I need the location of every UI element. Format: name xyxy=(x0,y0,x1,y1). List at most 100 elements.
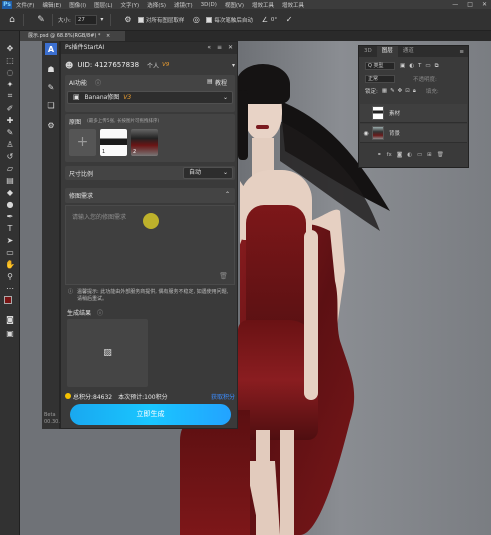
foreground-color-swatch[interactable] xyxy=(4,296,12,304)
menu-plugins[interactable]: 增效工具 xyxy=(252,1,274,9)
quick-select-tool-icon[interactable]: ✦ xyxy=(4,79,16,89)
get-points-link[interactable]: 获取积分 xyxy=(211,392,235,401)
filter-adjust-icon[interactable]: ◐ xyxy=(409,63,414,69)
move-tool-icon[interactable]: ✥ xyxy=(4,43,16,53)
fx-icon[interactable]: fx xyxy=(387,152,392,158)
eraser-tool-icon[interactable]: ▱ xyxy=(4,163,16,173)
angle-value[interactable]: 0° xyxy=(271,17,277,23)
menu-type[interactable]: 文字(Y) xyxy=(121,1,140,9)
edit-request-header[interactable]: 修图需求 ⌃ xyxy=(65,188,235,203)
crop-tool-icon[interactable]: ⌗ xyxy=(4,91,16,101)
eye-icon[interactable]: ◉ xyxy=(360,130,372,137)
mask-icon[interactable]: ◙ xyxy=(397,152,402,158)
uploaded-image-thumbnail[interactable]: 1 xyxy=(100,129,127,156)
adjustment-icon[interactable]: ◐ xyxy=(407,152,412,158)
leg-right xyxy=(280,430,294,535)
tab-3d[interactable]: 3D xyxy=(359,46,377,57)
marquee-tool-icon[interactable]: ⬚ xyxy=(4,55,16,65)
history-brush-icon[interactable]: ↺ xyxy=(4,151,16,161)
menu-image[interactable]: 图像(I) xyxy=(69,1,86,9)
tab-channels[interactable]: 通道 xyxy=(398,46,419,57)
menu-select[interactable]: 选择(S) xyxy=(147,1,166,9)
menu-plugins-2[interactable]: 增效工具 xyxy=(282,1,304,9)
ratio-select[interactable]: 自动 ⌄ xyxy=(183,167,233,179)
shape-tool-icon[interactable]: ▭ xyxy=(4,247,16,257)
collapse-icon[interactable]: « xyxy=(207,44,211,51)
generate-button[interactable]: 立即生成 xyxy=(70,404,231,425)
home-icon[interactable]: ⌂ xyxy=(6,14,18,26)
link-icon[interactable]: ⚭ xyxy=(377,152,382,158)
auto-erase-checkbox[interactable] xyxy=(206,16,213,23)
panel-menu-icon[interactable]: ≡ xyxy=(217,44,222,51)
user-group-icon[interactable]: ☗ xyxy=(45,63,57,75)
layer-filter-select[interactable]: Q 类型 xyxy=(365,62,395,70)
symmetry-icon[interactable]: ✓ xyxy=(283,14,295,26)
close-icon[interactable]: ✕ xyxy=(228,44,233,51)
filter-shape-icon[interactable]: ▭ xyxy=(425,63,430,69)
filter-smart-icon[interactable]: ⧉ xyxy=(435,63,439,70)
lasso-tool-icon[interactable]: ◌ xyxy=(4,67,16,77)
blur-tool-icon[interactable]: ◆ xyxy=(4,187,16,197)
lock-artboard-icon[interactable]: ⊡ xyxy=(405,88,410,94)
screen-mode-icon[interactable]: ▣ xyxy=(4,328,16,338)
new-layer-icon[interactable]: ⊞ xyxy=(427,152,432,158)
menu-layer[interactable]: 图层(L) xyxy=(94,1,112,9)
lock-pixels-icon[interactable]: ▦ xyxy=(382,88,387,94)
function-select[interactable]: ▣ Banana修图 V3 ⌄ xyxy=(67,91,233,104)
group-icon[interactable]: ▭ xyxy=(417,152,422,158)
quick-mask-icon[interactable]: ◙ xyxy=(4,314,16,324)
eyedropper-tool-icon[interactable]: ✐ xyxy=(4,103,16,113)
lock-all-icon[interactable]: 🔒︎ xyxy=(413,88,416,95)
startai-logo-icon[interactable]: A xyxy=(45,43,57,55)
brush-edit-icon[interactable]: ✎ xyxy=(45,81,57,93)
layer-row[interactable]: ◉ 背景 xyxy=(360,124,467,143)
tab-layers[interactable]: 图层 xyxy=(376,46,398,57)
hand-tool-icon[interactable]: ✋ xyxy=(4,259,16,269)
chevron-up-icon[interactable]: ⌃ xyxy=(225,191,230,198)
path-select-icon[interactable]: ➤ xyxy=(4,235,16,245)
zoom-tool-icon[interactable]: ⚲ xyxy=(4,271,16,281)
menu-3d[interactable]: 3D(D) xyxy=(201,2,217,8)
layer-row[interactable]: 素材 xyxy=(360,104,467,123)
size-input[interactable]: 27 xyxy=(74,14,97,25)
filter-pixel-icon[interactable]: ▣ xyxy=(400,63,405,69)
tutorial-link[interactable]: 教程 xyxy=(215,78,227,87)
more-tools-icon[interactable]: ⋯ xyxy=(4,283,16,293)
filter-type-icon[interactable]: T xyxy=(418,63,421,69)
pen-tool-icon[interactable]: ✒ xyxy=(4,211,16,221)
menu-edit[interactable]: 编辑(E) xyxy=(42,1,61,9)
menu-filter[interactable]: 滤镜(T) xyxy=(174,1,193,9)
gradient-tool-icon[interactable]: ▤ xyxy=(4,175,16,185)
upload-add-button[interactable]: + xyxy=(69,129,96,156)
menu-file[interactable]: 文件(F) xyxy=(16,1,34,9)
book-icon[interactable]: ▤ xyxy=(207,78,213,85)
info-icon[interactable]: ⓘ xyxy=(97,308,103,317)
brush-tool-icon[interactable]: ✎ xyxy=(4,127,16,137)
document-tab[interactable]: 展示.psd @ 68.8%(RGB/8#) * × xyxy=(20,31,125,41)
minimize-icon[interactable]: — xyxy=(452,0,458,9)
stamp-tool-icon[interactable]: ♙ xyxy=(4,139,16,149)
settings-gear-icon[interactable]: ⚙ xyxy=(45,119,57,131)
pressure-icon[interactable]: ◎ xyxy=(190,14,202,26)
type-tool-icon[interactable]: T xyxy=(4,223,16,233)
info-icon[interactable]: ⓘ xyxy=(95,78,101,87)
tab-close-icon[interactable]: × xyxy=(106,33,110,39)
trash-icon[interactable]: 🗑︎ xyxy=(437,152,444,158)
trash-icon[interactable]: 🗑︎ xyxy=(219,272,228,280)
uploaded-image-thumbnail[interactable]: 2 xyxy=(131,129,158,156)
eyedropper-icon[interactable]: ✎ xyxy=(35,14,47,26)
close-icon[interactable]: ✕ xyxy=(482,0,487,9)
maximize-icon[interactable]: □ xyxy=(467,0,473,9)
brush-settings-icon[interactable]: ⚙ xyxy=(122,14,134,26)
lock-move-icon[interactable]: ✥ xyxy=(398,88,403,94)
panel-menu-icon[interactable]: ≡ xyxy=(459,49,464,55)
sample-all-checkbox[interactable] xyxy=(137,16,144,23)
menu-view[interactable]: 视图(V) xyxy=(225,1,244,9)
lock-paint-icon[interactable]: ✎ xyxy=(390,88,395,94)
dodge-tool-icon[interactable]: ● xyxy=(4,199,16,209)
chevron-down-icon[interactable]: ▾ xyxy=(99,14,105,26)
healing-tool-icon[interactable]: ✚ xyxy=(4,115,16,125)
chevron-down-icon[interactable]: ▾ xyxy=(232,62,235,69)
blend-mode-select[interactable]: 正常 xyxy=(365,75,395,83)
layers-stack-icon[interactable]: ❏ xyxy=(45,99,57,111)
